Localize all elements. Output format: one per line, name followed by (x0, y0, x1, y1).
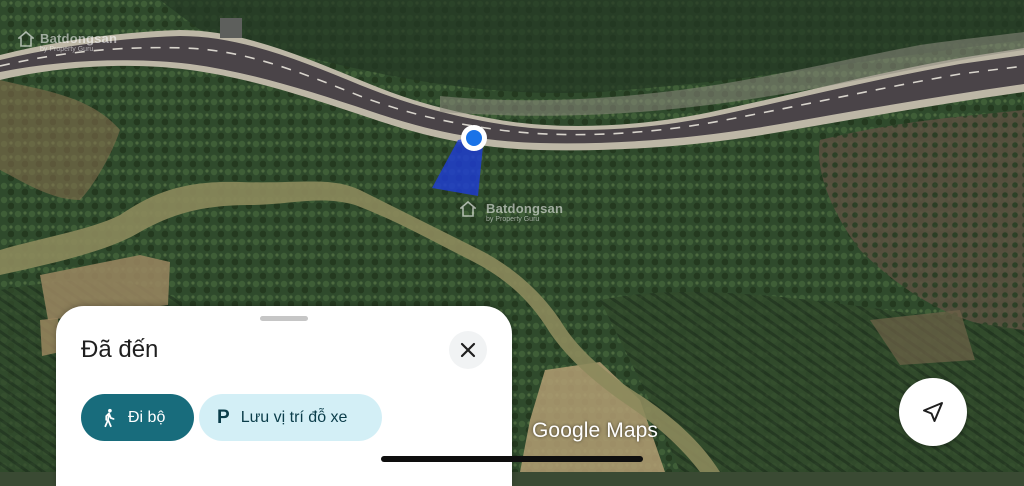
walk-icon (104, 408, 115, 427)
watermark-logo-icon (18, 31, 34, 47)
home-indicator[interactable] (381, 456, 643, 462)
watermark-sub: by Property Guru (40, 46, 94, 53)
watermark-center: Batdongsan by Property Guru (460, 200, 563, 223)
watermark-brand: Batdongsan (40, 31, 118, 46)
watermark-logo-icon (460, 201, 476, 217)
close-button[interactable] (449, 331, 487, 369)
navigation-arrow-icon (923, 402, 943, 422)
walk-button[interactable]: Đi bộ (81, 394, 194, 441)
save-parking-label: Lưu vị trí đỗ xe (240, 408, 348, 426)
walk-label: Đi bộ (128, 408, 166, 426)
save-parking-button[interactable]: P Lưu vị trí đỗ xe (199, 394, 382, 441)
watermark-brand: Batdongsan (486, 201, 564, 216)
recenter-button[interactable] (899, 378, 967, 446)
sheet-title: Đã đến (81, 336, 159, 363)
watermark-top-left: Batdongsan by Property Guru (18, 30, 117, 53)
close-icon (460, 342, 476, 358)
current-location-icon (461, 125, 487, 151)
google-maps-logo: Google Maps (532, 419, 659, 442)
drag-handle[interactable] (260, 316, 308, 321)
parking-icon: P (217, 406, 230, 428)
watermark-sub: by Property Guru (486, 216, 540, 223)
